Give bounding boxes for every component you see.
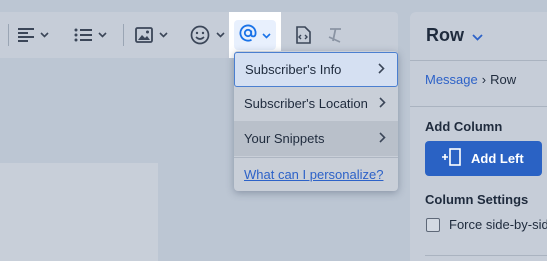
menu-item-subscribers-location[interactable]: Subscriber's Location [234, 86, 398, 121]
panel-title: Row [426, 25, 464, 45]
force-side-by-side-checkbox[interactable] [426, 217, 440, 232]
chevron-down-icon [40, 32, 49, 38]
breadcrumb-link-message[interactable]: Message [425, 72, 478, 87]
list-button[interactable] [74, 20, 107, 50]
add-column-heading: Add Column [425, 119, 503, 134]
toolbar-divider [123, 24, 124, 46]
chevron-down-icon [98, 32, 107, 38]
breadcrumb: Message › Row [425, 72, 516, 87]
force-side-by-side-label: Force side-by-side [449, 217, 547, 232]
menu-item-label: Your Snippets [244, 131, 325, 146]
force-side-by-side-row[interactable]: Force side-by-side [426, 217, 547, 232]
personalize-button-inner[interactable] [234, 20, 276, 50]
clear-format-icon [327, 27, 343, 43]
add-left-label: Add Left [471, 151, 524, 166]
at-sign-icon [239, 24, 257, 47]
menu-item-label: Subscriber's Info [245, 62, 342, 77]
chevron-down-icon [216, 32, 225, 38]
content-block [0, 163, 158, 261]
add-column-left-icon [441, 148, 471, 169]
chevron-down-icon [262, 26, 271, 44]
code-icon [295, 26, 311, 44]
code-button[interactable] [295, 20, 311, 50]
column-settings-heading: Column Settings [425, 192, 529, 207]
chevron-right-icon [378, 62, 385, 77]
panel-title-dropdown[interactable]: Row [426, 25, 483, 46]
breadcrumb-current: Row [490, 72, 517, 87]
chevron-right-icon [379, 96, 386, 111]
align-icon [18, 28, 34, 42]
divider [410, 60, 547, 61]
menu-separator [234, 157, 398, 158]
toolbar-divider [8, 24, 9, 46]
menu-item-your-snippets[interactable]: Your Snippets [234, 121, 398, 156]
menu-item-subscribers-info[interactable]: Subscriber's Info [234, 52, 398, 87]
align-button[interactable] [18, 20, 49, 50]
chevron-down-icon [159, 32, 168, 38]
emoji-icon [190, 25, 210, 45]
image-icon [135, 27, 153, 43]
list-icon [74, 28, 92, 42]
menu-item-label: Subscriber's Location [244, 96, 368, 111]
personalize-help-link[interactable]: What can I personalize? [244, 167, 383, 182]
add-left-button[interactable]: Add Left [425, 141, 542, 176]
personalize-menu: Subscriber's Info Subscriber's Location … [234, 51, 398, 191]
clear-format-button[interactable] [327, 20, 343, 50]
breadcrumb-separator: › [481, 72, 487, 87]
properties-panel: Row Message › Row Add Column Add Left Colu… [410, 12, 547, 261]
image-button[interactable] [135, 20, 168, 50]
divider [410, 106, 547, 107]
chevron-right-icon [379, 131, 386, 146]
divider [425, 255, 547, 256]
chevron-down-icon [472, 25, 483, 46]
emoji-button[interactable] [190, 20, 225, 50]
